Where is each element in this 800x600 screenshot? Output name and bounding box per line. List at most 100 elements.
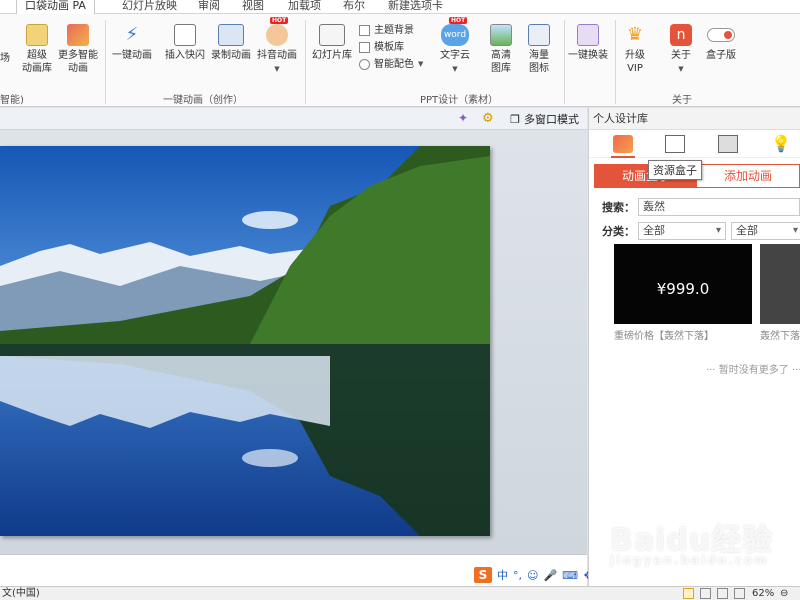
ribbon: 场 智能) 超级 动画库 更多智能 动画 ⚡ 一键动画 插入快闪 录制动画 HO… (0, 14, 800, 107)
category-select-2[interactable]: 全部 (731, 222, 800, 240)
slide-sorter-icon[interactable] (700, 588, 711, 599)
presentation-icon[interactable] (665, 135, 685, 153)
image-icon (359, 25, 370, 36)
wordcloud-button[interactable]: word HOT 文字云 ▼ (440, 17, 470, 76)
search-row: 搜索： 轰然 (602, 198, 800, 216)
ribbon-separator (564, 20, 565, 104)
gear-icon[interactable]: ⚙ (482, 111, 498, 127)
panel-title: 个人设计库 (589, 108, 800, 130)
status-bar: 文(中国) 62% ⊖ (0, 586, 800, 600)
ime-lang-toggle[interactable]: 中 (497, 567, 508, 583)
slides-icon (319, 24, 345, 46)
magic-wand-icon: ⚡ (125, 24, 139, 45)
anim-card-2[interactable] (760, 244, 800, 324)
douyin-anim-button[interactable]: HOT 抖音动画 ▼ (257, 17, 297, 76)
baidu-watermark: Baidu经验 jingyan.baidu.com (610, 523, 774, 567)
document-pen-icon (174, 24, 196, 46)
landscape-image-icon (490, 24, 512, 46)
no-more-text: ··· 暂时没有更多了 ··· (706, 365, 800, 376)
template-icon (359, 42, 370, 53)
cube-box-icon[interactable] (611, 135, 635, 158)
theme-bg-item[interactable]: 主题背景 (359, 22, 423, 39)
template-lib-item[interactable]: 模板库 (359, 39, 423, 56)
sogou-logo-icon[interactable]: S (474, 567, 492, 583)
tab-new-tab[interactable]: 新建选项卡 (388, 0, 443, 14)
sparkle-icon (577, 24, 599, 46)
landscape-image (0, 146, 490, 536)
card-price: ¥999.0 (656, 280, 710, 298)
microphone-icon[interactable]: 🎤 (543, 569, 557, 582)
panel-icon-tabs: 💡 (589, 130, 800, 158)
ime-punct-toggle[interactable]: °, (513, 569, 522, 582)
search-label: 搜索： (602, 201, 635, 214)
category-label: 分类： (602, 225, 635, 238)
sparkle-icon[interactable]: ✦ (458, 111, 474, 127)
shapes-icon (528, 24, 550, 46)
slide-toolbar: ✦ ⚙ ❐ 多窗口模式 (0, 108, 587, 130)
windows-icon: ❐ (510, 112, 520, 126)
box-version-button[interactable]: 盒子版 (706, 24, 736, 62)
card-caption-1: 重磅价格【轰然下落】 (614, 331, 714, 342)
tooltip-resource-box: 资源盒子 (648, 160, 702, 180)
star-box-icon (26, 24, 48, 46)
slide-lib-button[interactable]: 幻灯片库 (312, 24, 352, 62)
tab-view[interactable]: 视图 (242, 0, 264, 14)
cube-icon (67, 24, 89, 46)
zoom-out-icon[interactable]: ⊖ (780, 587, 788, 600)
keyboard-icon[interactable]: ⌨ (562, 569, 578, 582)
tab-slideshow[interactable]: 幻灯片放映 (122, 0, 177, 14)
theme-small-list: 主题背景 模板库 智能配色 ▼ (359, 22, 423, 73)
logo-icon: n (670, 24, 692, 46)
crown-icon: ♛ (626, 24, 644, 45)
ribbon-separator (105, 20, 106, 104)
tab-pocket-animation[interactable]: 口袋动画 PA (16, 0, 95, 14)
one-key-skin-button[interactable]: 一键换装 (568, 24, 608, 62)
word-cloud-icon: word HOT (441, 17, 469, 46)
one-key-anim-button[interactable]: ⚡ 一键动画 (112, 24, 152, 62)
film-icon (218, 24, 244, 46)
slide-image-lake-mountains[interactable] (0, 146, 490, 536)
tab-add-anim[interactable]: 添加动画 (697, 165, 799, 187)
group-label-about: 关于 (672, 95, 692, 106)
chevron-down-icon: ▼ (678, 65, 684, 73)
category-row: 分类： 全部 全部 (602, 222, 800, 240)
chevron-down-icon: ▼ (452, 65, 458, 73)
emoji-icon[interactable]: ☺ (527, 569, 538, 582)
ribbon-tab-bar: 口袋动画 PA 幻灯片放映 审阅 视图 加载项 布尔 新建选项卡 (0, 0, 800, 14)
lightbulb-icon[interactable]: 💡 (771, 135, 791, 153)
status-language[interactable]: 文(中国) (2, 587, 40, 600)
multi-window-mode-button[interactable]: ❐ 多窗口模式 (510, 111, 579, 127)
tab-review[interactable]: 审阅 (198, 0, 220, 14)
palette-icon (359, 59, 370, 70)
upgrade-vip-button[interactable]: ♛ 升级 VIP (624, 24, 646, 75)
super-anim-lib-button[interactable]: 超级 动画库 (22, 24, 52, 75)
chevron-down-icon: ▼ (274, 65, 280, 73)
zoom-level[interactable]: 62% (752, 587, 774, 600)
ribbon-separator (615, 20, 616, 104)
hd-images-button[interactable]: 高清 图库 (490, 24, 512, 75)
card-caption-2: 轰然下落 (760, 331, 800, 342)
monkey-face-icon: HOT (266, 17, 289, 46)
reading-view-icon[interactable] (717, 588, 728, 599)
about-button[interactable]: n 关于 ▼ (670, 24, 692, 76)
group-label-smart: 智能) (0, 95, 24, 106)
toggle-icon (707, 28, 735, 42)
group-label-anim: 一键动画（创作） (163, 95, 243, 106)
ribbon-partial-button[interactable]: 场 (0, 52, 10, 65)
ribbon-separator (305, 20, 306, 104)
record-anim-button[interactable]: 录制动画 (211, 24, 251, 62)
category-select-1[interactable]: 全部 (638, 222, 726, 240)
mass-icons-button[interactable]: 海量 图标 (528, 24, 550, 75)
more-smart-anim-button[interactable]: 更多智能 动画 (58, 24, 98, 75)
smart-color-item[interactable]: 智能配色 ▼ (359, 56, 423, 73)
tab-addins[interactable]: 加载项 (288, 0, 321, 14)
search-input[interactable]: 轰然 (638, 198, 800, 216)
insert-flash-button[interactable]: 插入快闪 (165, 24, 205, 62)
tab-boolean[interactable]: 布尔 (343, 0, 365, 14)
anim-card-1[interactable]: ¥999.0 (614, 244, 752, 324)
image-add-icon[interactable] (718, 135, 738, 153)
slideshow-icon[interactable] (734, 588, 745, 599)
normal-view-icon[interactable] (683, 588, 694, 599)
chevron-down-icon: ▼ (418, 60, 424, 68)
group-label-ppt: PPT设计（素材） (420, 95, 499, 106)
